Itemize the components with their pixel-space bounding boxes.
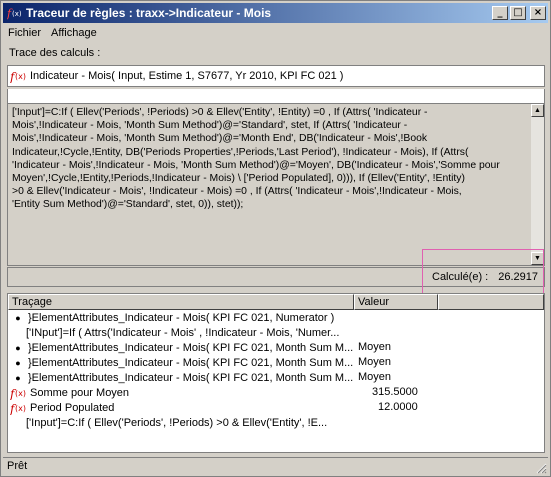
status-text: Prêt xyxy=(7,460,28,472)
tree-header: Traçage Valeur xyxy=(8,294,544,310)
tree-row[interactable]: ['INput']=If ( Attrs('Indicateur - Mois'… xyxy=(8,325,544,340)
minimize-button[interactable]: _ xyxy=(492,6,508,20)
expression-line: Moyen',!Cycle,!Entity,!Periods,!Indicate… xyxy=(12,173,465,185)
tree-row-value: Moyen xyxy=(358,341,392,353)
fx-app-icon: f (x) xyxy=(6,5,22,21)
expression-spacer xyxy=(7,89,545,103)
tree-row[interactable]: ['Input']=C:If ( Ellev('Periods', !Perio… xyxy=(8,415,544,430)
close-icon: × xyxy=(533,7,543,18)
expression-line: Mois',!Indicateur - Mois, 'Month Sum Met… xyxy=(12,120,408,132)
expression-line: ['Input']=C:If ( Ellev('Periods', !Perio… xyxy=(12,107,428,118)
menu-fichier[interactable]: Fichier xyxy=(3,27,46,39)
bullet-icon: ● xyxy=(15,342,21,353)
expression-line: 'Entity Sum Method')@='Standard', stet, … xyxy=(12,199,244,211)
status-bar: Prêt xyxy=(3,457,548,475)
expression-textarea[interactable]: ['Input']=C:If ( Ellev('Periods', !Perio… xyxy=(7,103,545,266)
maximize-button[interactable]: □ xyxy=(510,6,526,20)
scroll-up-icon[interactable]: ▲ xyxy=(531,104,544,117)
bullet-icon: ● xyxy=(15,312,21,323)
trace-label: Trace des calculs : xyxy=(9,47,101,59)
tree-row-value: Moyen xyxy=(358,356,392,368)
tree-row[interactable]: ● }ElementAttributes_Indicateur - Mois( K… xyxy=(8,340,544,355)
fx-icon: f (x) xyxy=(10,69,28,83)
svg-text:(x): (x) xyxy=(12,10,21,18)
result-value: 26.2917 xyxy=(498,271,538,283)
tree-row-text: }ElementAttributes_Indicateur - Mois( KP… xyxy=(28,356,354,369)
svg-text:(x): (x) xyxy=(15,72,26,81)
tracer-window: f (x) Traceur de règles : traxx->Indicate… xyxy=(0,0,551,477)
minimize-icon: _ xyxy=(497,7,503,18)
resize-grip-icon[interactable] xyxy=(535,462,547,474)
tree-row[interactable]: f (x) Somme pour Moyen 315.5000 xyxy=(8,385,544,400)
tree-row[interactable]: f (x) Period Populated 12.0000 xyxy=(8,400,544,415)
menu-affichage[interactable]: Affichage xyxy=(46,27,102,39)
formula-line[interactable]: f (x) Indicateur - Mois( Input, Estime 1,… xyxy=(7,65,545,87)
title-bar[interactable]: f (x) Traceur de règles : traxx->Indicate… xyxy=(3,3,548,23)
result-label: Calculé(e) : xyxy=(432,271,489,283)
svg-text:(x): (x) xyxy=(15,389,26,398)
expression-line: 'Indicateur - Mois',!Indicateur - Mois, … xyxy=(12,159,500,171)
tree-row[interactable]: ● }ElementAttributes_Indicateur - Mois( K… xyxy=(8,370,544,385)
fx-icon: f (x) xyxy=(10,386,28,400)
tree-row-text: ['INput']=If ( Attrs('Indicateur - Mois'… xyxy=(26,326,340,339)
column-header-tracage[interactable]: Traçage xyxy=(8,294,354,310)
svg-text:(x): (x) xyxy=(15,404,26,413)
tree-row-value: 315.5000 xyxy=(372,386,418,398)
trace-tree[interactable]: Traçage Valeur ● }ElementAttributes_Indic… xyxy=(7,293,545,453)
tree-row-text: Somme pour Moyen xyxy=(30,386,130,399)
tree-row-text: }ElementAttributes_Indicateur - Mois( KP… xyxy=(28,311,335,324)
expression-line: Indicateur,!Cycle,!Entity, DB('Periods P… xyxy=(12,146,469,158)
tree-row-text: }ElementAttributes_Indicateur - Mois( KP… xyxy=(28,371,354,384)
result-row: Calculé(e) : 26.2917 xyxy=(7,267,545,287)
pane-splitter[interactable] xyxy=(3,289,549,292)
formula-text: Indicateur - Mois( Input, Estime 1, S767… xyxy=(30,70,344,82)
expression-line: Mois',!Indicateur - Mois, 'Month Sum Met… xyxy=(12,133,428,145)
expression-scrollbar[interactable]: ▲ ▼ xyxy=(531,104,544,265)
tree-row-text: ['Input']=C:If ( Ellev('Periods', !Perio… xyxy=(26,416,328,429)
bullet-icon: ● xyxy=(15,372,21,383)
menu-bar: Fichier Affichage xyxy=(3,24,102,42)
bullet-icon: ● xyxy=(15,357,21,368)
expression-line: >0 & Ellev('Indicateur - Mois', !Indicat… xyxy=(12,186,462,198)
column-header-filler xyxy=(438,294,544,310)
fx-icon: f (x) xyxy=(10,401,28,415)
tree-row-text: }ElementAttributes_Indicateur - Mois( KP… xyxy=(28,341,354,354)
column-header-valeur[interactable]: Valeur xyxy=(354,294,438,310)
tree-row[interactable]: ● }ElementAttributes_Indicateur - Mois( K… xyxy=(8,310,544,325)
tree-row-value: 12.0000 xyxy=(378,401,418,413)
window-title: Traceur de règles : traxx->Indicateur - … xyxy=(26,6,272,20)
tree-row[interactable]: ● }ElementAttributes_Indicateur - Mois( K… xyxy=(8,355,544,370)
close-button[interactable]: × xyxy=(530,6,546,20)
scroll-down-icon[interactable]: ▼ xyxy=(531,252,544,265)
maximize-icon: □ xyxy=(513,7,523,18)
tree-row-text: Period Populated xyxy=(30,401,115,414)
tree-row-value: Moyen xyxy=(358,371,392,383)
